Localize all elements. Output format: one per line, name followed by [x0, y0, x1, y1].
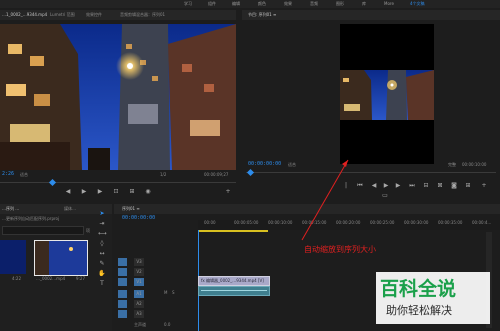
program-scaled-video	[340, 70, 434, 120]
menu-item-edit[interactable]: 编辑	[232, 0, 240, 8]
track-label-a3[interactable]: A3	[134, 310, 144, 318]
audio-waveform	[201, 290, 267, 291]
program-title[interactable]: 节目: 序列01 ≡	[248, 10, 276, 20]
tab-source[interactable]: …1_0002_…9344.mp4	[2, 10, 47, 20]
tab-media-browser[interactable]: 媒体…	[64, 204, 76, 214]
ruler-label: 00:00:4…	[472, 220, 492, 225]
source-patch-v1[interactable]	[118, 278, 127, 286]
track-label-v2[interactable]: V2	[134, 268, 144, 276]
menu-item-active[interactable]: 4个文稿	[410, 0, 425, 8]
compare-icon[interactable]: ⊞	[464, 182, 472, 190]
timeline-title[interactable]: 序列01 ≡	[122, 204, 140, 214]
add-button-program-icon[interactable]: +	[480, 182, 488, 190]
watermark-brand: 百科全说	[380, 278, 457, 300]
menu-item-graphics[interactable]: 图形	[336, 0, 344, 8]
menu-item-libraries[interactable]: 库	[362, 0, 366, 8]
project-thumbnail-2[interactable]	[34, 240, 88, 276]
source-patch-v3[interactable]	[118, 258, 127, 266]
solo-button[interactable]: S	[172, 290, 175, 295]
program-monitor[interactable]	[242, 20, 500, 170]
tab-effect-controls[interactable]: 效果控件	[86, 10, 102, 20]
program-panel-header: 节目: 序列01 ≡	[242, 10, 500, 20]
menu-item-more[interactable]: More	[384, 0, 394, 8]
tab-project[interactable]: …序列 …	[2, 204, 19, 214]
camera-icon[interactable]: ◙	[450, 182, 458, 190]
menu-bar: 学习 组件 编辑 颜色 效果 音频 图形 库 More 4个文稿	[0, 0, 500, 8]
play-icon[interactable]: ▶	[80, 188, 88, 196]
timeline-timecode[interactable]: 00:00:00:00	[122, 215, 155, 221]
source-patch-a3[interactable]	[118, 310, 127, 318]
track-label-a1[interactable]: A1	[134, 290, 144, 298]
master-track-value[interactable]: 0.0	[164, 322, 170, 327]
annotation-arrow-line	[301, 159, 349, 241]
hand-tool-icon[interactable]: ✋	[98, 270, 106, 278]
selection-tool-icon[interactable]: ➤	[98, 210, 106, 218]
menu-item-effects[interactable]: 效果	[284, 0, 292, 8]
menu-item-assembly[interactable]: 组件	[208, 0, 216, 8]
audio-clip[interactable]	[198, 286, 270, 296]
tab-audio-clip-mixer[interactable]: 音频剪辑混合器：序列01	[120, 10, 165, 20]
razor-tool-icon[interactable]: ◊	[98, 240, 106, 248]
source-controls: 2:26 适合 1/2 00:00:09;27 ◀ ▶ ▶ ⊡ ⊞ ◉ +	[0, 170, 236, 198]
master-track-label: 主声道	[134, 322, 146, 327]
export-frame-icon[interactable]: ◉	[144, 188, 152, 196]
watermark: 百科全说 助你轻松解决	[376, 272, 490, 324]
insert-icon[interactable]: ⊡	[112, 188, 120, 196]
source-fit-dropdown[interactable]: 适合	[20, 172, 28, 178]
slip-tool-icon[interactable]: ↔	[98, 250, 106, 258]
watermark-slogan: 助你轻松解决	[386, 304, 452, 317]
ruler-label: 00:00:35:00	[438, 220, 463, 225]
annotation-text: 自动缩放到序列大小	[304, 245, 376, 254]
project-search-input[interactable]	[2, 226, 84, 235]
tab-lumetri-scopes[interactable]: Lumetri 范围	[50, 10, 75, 20]
overwrite-icon[interactable]: ⊞	[128, 188, 136, 196]
ruler-label: 00:00:05:00	[234, 220, 259, 225]
annotation-arrowhead	[342, 160, 348, 167]
source-panel-header: …1_0002_…9344.mp4 Lumetri 范围 效果控件 音频剪辑混合…	[0, 10, 236, 20]
step-forward-icon[interactable]: ▶	[96, 188, 104, 196]
source-resolution-dropdown[interactable]: 1/2	[160, 172, 166, 177]
menu-item-audio[interactable]: 音频	[310, 0, 318, 8]
lift-icon[interactable]: ⊟	[422, 182, 430, 190]
ripple-edit-tool-icon[interactable]: ⟷	[98, 230, 107, 238]
type-tool-icon[interactable]: T	[98, 280, 106, 288]
thumbnail-2-duration: 9:27	[76, 276, 85, 281]
source-scrub-bar[interactable]	[0, 182, 236, 183]
tools-panel: ➤ ⇥ ⟷ ◊ ↔ ✎ ✋ T	[96, 210, 108, 290]
track-label-v1[interactable]: V1	[134, 278, 144, 286]
add-button-icon[interactable]: +	[224, 188, 232, 196]
step-back-icon[interactable]: ◀	[64, 188, 72, 196]
project-path: …更新序列自动匹配序列.prproj	[2, 216, 60, 221]
program-sequence-frame	[340, 24, 434, 164]
source-patch-a1[interactable]	[118, 290, 127, 298]
mute-button[interactable]: M	[164, 290, 167, 295]
source-timecode-left[interactable]: 2:26	[2, 171, 14, 177]
track-headers: V3 V2 V1 A1 A2 A3 M S	[114, 258, 198, 318]
source-patch-a2[interactable]	[118, 300, 127, 308]
source-playhead[interactable]	[48, 178, 57, 187]
pen-tool-icon[interactable]: ✎	[98, 260, 106, 268]
program-timecode-right: 00:00:10:00	[462, 162, 487, 167]
menu-item-learn[interactable]: 学习	[184, 0, 192, 8]
source-monitor[interactable]	[0, 24, 236, 170]
track-label-v3[interactable]: V3	[134, 258, 144, 266]
work-area-bar[interactable]	[198, 230, 268, 232]
track-select-tool-icon[interactable]: ⇥	[98, 220, 106, 228]
program-playhead[interactable]	[246, 168, 255, 177]
thumbnail-2-name: …_0002…mp4	[36, 276, 66, 281]
project-thumbnail-1[interactable]: 4:22	[0, 240, 26, 281]
source-timecode-right: 00:00:09;27	[204, 172, 229, 177]
source-patch-v2[interactable]	[118, 268, 127, 276]
extract-icon[interactable]: ⊠	[436, 182, 444, 190]
video-clip[interactable]: fx 编辑器_0002_…9344.mp4 [V]	[198, 276, 270, 286]
thumbnail-1-duration: 4:22	[12, 276, 21, 281]
menu-item-color[interactable]: 颜色	[258, 0, 266, 8]
project-item-count: 项	[86, 228, 90, 233]
ruler-label: 00:00	[204, 220, 216, 225]
track-label-a2[interactable]: A2	[134, 300, 144, 308]
video-clip-label: fx 编辑器_0002_…9344.mp4 [V]	[201, 278, 264, 283]
source-video-frame	[0, 24, 236, 170]
program-quality-dropdown[interactable]: 完整	[448, 162, 456, 168]
